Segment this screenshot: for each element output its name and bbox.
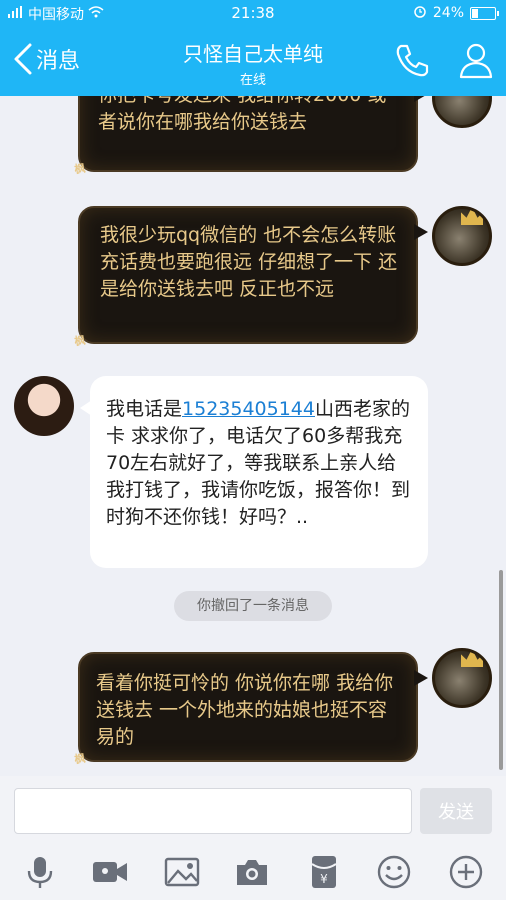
bubble-decoration-icon: 枫 bbox=[73, 751, 87, 767]
battery-percent: 24% bbox=[432, 5, 464, 21]
message-bubble-outgoing[interactable]: 看着你挺可怜的 你说你在哪 我给你送钱去 一个外地来的姑娘也挺不容易的 枫 bbox=[74, 652, 428, 766]
bubble-tail bbox=[80, 400, 92, 416]
input-bar: 发送 bbox=[0, 776, 506, 846]
scrollbar[interactable] bbox=[499, 570, 503, 770]
alarm-icon bbox=[413, 4, 427, 22]
bubble-decoration-icon: 枫 bbox=[73, 333, 87, 349]
video-icon[interactable] bbox=[92, 854, 128, 890]
message-text: 我电话是15235405144山西老家的卡 求求你了，电话欠了60多帮我充70左… bbox=[106, 396, 412, 531]
image-icon[interactable] bbox=[164, 854, 200, 890]
message-text: 你把卡号发过来 我给你转2000 或者说你在哪我给你送钱去 bbox=[98, 96, 386, 133]
bubble-tail bbox=[414, 96, 428, 102]
phone-number-link[interactable]: 15235405144 bbox=[182, 398, 315, 420]
my-avatar[interactable] bbox=[432, 206, 492, 266]
send-button[interactable]: 发送 bbox=[420, 788, 492, 834]
battery-icon bbox=[470, 6, 499, 20]
red-packet-icon[interactable]: ¥ bbox=[306, 854, 342, 890]
plus-icon[interactable] bbox=[448, 854, 484, 890]
bubble-decoration-icon: 枫 bbox=[73, 161, 87, 177]
svg-text:¥: ¥ bbox=[320, 872, 328, 886]
status-right: 24% bbox=[413, 4, 499, 22]
message-bubble-incoming[interactable]: 我电话是15235405144山西老家的卡 求求你了，电话欠了60多帮我充70左… bbox=[80, 376, 428, 568]
profile-icon[interactable] bbox=[456, 40, 496, 80]
chat-header: 中国移动 21:38 24% 消息 只怪自己太单纯 在线 bbox=[0, 0, 506, 96]
message-input[interactable] bbox=[14, 788, 412, 834]
input-toolbar: ¥ bbox=[0, 846, 506, 900]
crown-icon bbox=[461, 209, 483, 225]
battery-fill bbox=[472, 8, 478, 18]
status-bar: 中国移动 21:38 24% bbox=[0, 0, 506, 26]
phone-icon[interactable] bbox=[392, 40, 432, 80]
system-notice: 你撤回了一条消息 bbox=[174, 591, 332, 621]
message-text: 我很少玩qq微信的 也不会怎么转账 充话费也要跑很远 仔细想了一下 还是给你送钱… bbox=[100, 224, 398, 300]
bubble-tail bbox=[414, 224, 428, 240]
message-text-before: 我电话是 bbox=[106, 398, 183, 420]
camera-icon[interactable] bbox=[234, 854, 270, 890]
message-text: 看着你挺可怜的 你说你在哪 我给你送钱去 一个外地来的姑娘也挺不容易的 bbox=[96, 672, 394, 748]
message-bubble-outgoing[interactable]: 我很少玩qq微信的 也不会怎么转账 充话费也要跑很远 仔细想了一下 还是给你送钱… bbox=[74, 206, 428, 348]
message-list[interactable]: 你把卡号发过来 我给你转2000 或者说你在哪我给你送钱去 枫 我很少玩qq微信… bbox=[0, 96, 506, 776]
emoji-icon[interactable] bbox=[376, 854, 412, 890]
my-avatar[interactable] bbox=[432, 648, 492, 708]
mic-icon[interactable] bbox=[22, 854, 58, 890]
contact-avatar[interactable] bbox=[14, 376, 74, 436]
crown-icon bbox=[461, 651, 483, 667]
my-avatar[interactable] bbox=[432, 96, 492, 128]
message-bubble-outgoing[interactable]: 你把卡号发过来 我给你转2000 或者说你在哪我给你送钱去 枫 bbox=[74, 96, 428, 176]
bubble-tail bbox=[414, 670, 428, 686]
